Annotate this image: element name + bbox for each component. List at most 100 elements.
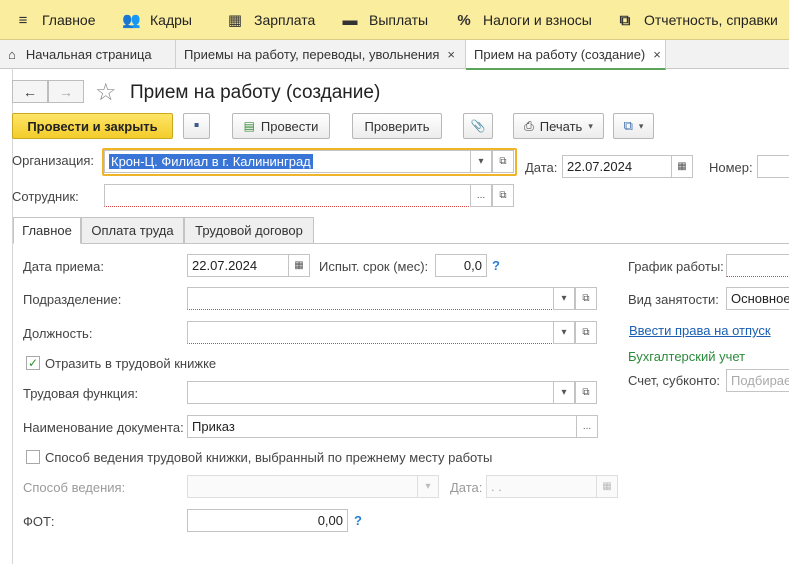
- hire-date-input[interactable]: 22.07.2024: [187, 254, 289, 277]
- tab-payment[interactable]: Оплата труда: [81, 217, 184, 244]
- people-icon: 👥: [122, 12, 141, 29]
- chevron-down-icon: ▾: [478, 156, 484, 167]
- labor-function-dropdown-button[interactable]: ▾: [553, 381, 575, 404]
- org-label: Организация:: [12, 153, 95, 168]
- previous-method-label: Способ ведения трудовой книжки, выбранны…: [45, 450, 493, 465]
- method-select[interactable]: [187, 475, 418, 498]
- close-icon[interactable]: ×: [447, 47, 455, 62]
- method-dropdown-button[interactable]: ▾: [417, 475, 439, 498]
- department-open-button[interactable]: ⧉: [575, 287, 597, 310]
- arrow-left-icon: ←: [23, 83, 37, 100]
- printer-icon: ⎙: [524, 118, 534, 133]
- org-input[interactable]: Крон-Ц. Филиал в г. Калининград: [104, 150, 471, 173]
- print-button[interactable]: ⎙ Печать ▾: [513, 113, 604, 139]
- hire-date-calendar-button[interactable]: ▦: [288, 254, 310, 277]
- number-input[interactable]: [757, 155, 789, 178]
- account-input[interactable]: Подбирается: [726, 369, 789, 392]
- doc-name-select-button[interactable]: ...: [576, 415, 598, 438]
- help-icon[interactable]: ?: [492, 258, 500, 273]
- org-dropdown-button[interactable]: ▾: [470, 150, 492, 173]
- labor-function-label: Трудовая функция:: [23, 386, 139, 401]
- org-open-button[interactable]: ⧉: [492, 150, 514, 173]
- save-button[interactable]: ▪: [183, 113, 210, 139]
- accounting-title: Бухгалтерский учет: [628, 349, 746, 364]
- section-payments[interactable]: ▬ Выплаты: [341, 0, 429, 40]
- employee-select-button[interactable]: ...: [470, 184, 492, 207]
- post-doc-icon: ▤: [243, 119, 255, 133]
- chevron-down-icon: ▾: [425, 481, 431, 492]
- chevron-down-icon: ▾: [561, 387, 567, 398]
- calculator-icon: ▦: [227, 12, 243, 29]
- reports-icon: ⧉: [619, 11, 631, 29]
- close-icon[interactable]: ×: [653, 47, 661, 62]
- fot-input[interactable]: 0,00: [187, 509, 348, 532]
- paperclip-icon: 📎: [470, 119, 486, 133]
- calendar-icon: ▦: [677, 161, 687, 172]
- floppy-icon: ▪: [193, 117, 200, 134]
- section-taxes[interactable]: % Налоги и взносы: [455, 0, 592, 40]
- previous-method-checkbox[interactable]: [26, 450, 40, 464]
- method-date-label: Дата:: [450, 480, 483, 495]
- position-label: Должность:: [23, 326, 93, 341]
- check-icon: ✓: [27, 356, 39, 370]
- open-icon: ⧉: [499, 156, 507, 167]
- section-main[interactable]: ≡ Главное: [14, 0, 96, 40]
- labor-function-input[interactable]: [187, 381, 554, 404]
- chevron-down-icon: ▾: [561, 327, 567, 338]
- position-input[interactable]: [187, 321, 554, 344]
- chevron-down-icon: ▾: [561, 293, 567, 304]
- open-icon: ⧉: [499, 190, 507, 201]
- star-icon[interactable]: ☆: [95, 78, 117, 107]
- date-label: Дата:: [525, 160, 558, 175]
- employment-type-select[interactable]: Основное: [726, 287, 789, 310]
- tab-labor-contract[interactable]: Трудовой договор: [184, 217, 314, 244]
- position-dropdown-button[interactable]: ▾: [553, 321, 575, 344]
- schedule-label: График работы:: [628, 259, 724, 274]
- tab-main[interactable]: Главное: [13, 217, 81, 244]
- number-label: Номер:: [709, 160, 753, 175]
- method-date-input[interactable]: . .: [486, 475, 597, 498]
- department-label: Подразделение:: [23, 292, 122, 307]
- tab-home[interactable]: ⌂ Начальная страница: [0, 40, 176, 69]
- section-hr[interactable]: 👥 Кадры: [122, 0, 192, 40]
- date-calendar-button[interactable]: ▦: [671, 155, 693, 178]
- forward-button[interactable]: →: [48, 80, 84, 103]
- tab-hiring-create[interactable]: Прием на работу (создание) ×: [466, 40, 666, 70]
- doc-name-input[interactable]: Приказ: [187, 415, 577, 438]
- date-input[interactable]: 22.07.2024: [562, 155, 672, 178]
- probation-label: Испыт. срок (мес):: [319, 259, 429, 274]
- department-input[interactable]: [187, 287, 554, 310]
- employee-label: Сотрудник:: [12, 189, 79, 204]
- check-button[interactable]: Проверить: [352, 113, 442, 139]
- workbook-checkbox[interactable]: ✓: [26, 356, 40, 370]
- leave-rights-link[interactable]: Ввести права на отпуск: [629, 323, 771, 338]
- department-dropdown-button[interactable]: ▾: [553, 287, 575, 310]
- fot-label: ФОТ:: [23, 514, 55, 529]
- chevron-down-icon: ▾: [638, 120, 644, 131]
- tab-hiring-list[interactable]: Приемы на работу, переводы, увольнения ×: [176, 40, 466, 69]
- back-button[interactable]: ←: [12, 80, 48, 103]
- workbook-label: Отразить в трудовой книжке: [45, 356, 217, 371]
- section-salary[interactable]: ▦ Зарплата: [226, 0, 315, 40]
- open-icon: ⧉: [582, 387, 590, 398]
- method-date-calendar-button[interactable]: ▦: [596, 475, 618, 498]
- probation-input[interactable]: 0,0: [435, 254, 487, 277]
- employee-input[interactable]: [104, 184, 471, 207]
- section-reports[interactable]: ⧉ Отчетность, справки: [616, 0, 778, 40]
- position-open-button[interactable]: ⧉: [575, 321, 597, 344]
- help-icon[interactable]: ?: [354, 513, 362, 528]
- attach-button[interactable]: 📎: [463, 113, 493, 139]
- ellipsis-icon: ...: [582, 421, 592, 432]
- post-button[interactable]: ▤ Провести: [232, 113, 330, 139]
- calendar-icon: ▦: [602, 481, 612, 492]
- more-actions-button[interactable]: ⧉ ▾: [613, 113, 654, 139]
- menu-icon: ≡: [18, 11, 28, 29]
- post-and-close-button[interactable]: Провести и закрыть: [12, 113, 173, 139]
- schedule-input[interactable]: [726, 254, 789, 277]
- employment-type-label: Вид занятости:: [628, 292, 719, 307]
- hire-date-label: Дата приема:: [23, 259, 104, 274]
- home-icon: ⌂: [8, 47, 16, 62]
- percent-icon: %: [457, 11, 471, 29]
- employee-open-button[interactable]: ⧉: [492, 184, 514, 207]
- labor-function-open-button[interactable]: ⧉: [575, 381, 597, 404]
